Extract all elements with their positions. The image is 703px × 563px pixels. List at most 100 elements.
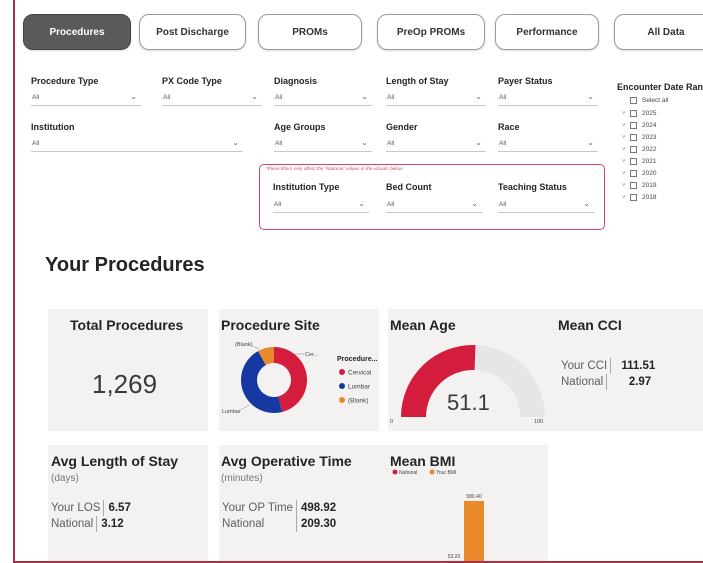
date-item-2025[interactable]: ˅ 2025 [622,110,656,117]
table-row: Your LOS 6.57 [51,500,131,516]
year-label: 2021 [642,158,657,165]
row-value: 111.51 [621,360,656,372]
chevron-down-icon: ⌄ [251,92,258,101]
date-item-2020[interactable]: ˅ 2020 [622,170,656,177]
legend-title: Procedure... [337,356,378,363]
expand-icon[interactable]: ˅ [622,111,630,117]
bar-your-bmi[interactable] [464,501,484,563]
avg-op-time-card: Avg Operative Time (minutes) Your OP Tim… [219,445,389,561]
tab-post-discharge[interactable]: Post Discharge [139,14,246,50]
avg-op-time-table: Your OP Time 498.92 National 209.30 [222,500,336,532]
date-item-2018[interactable]: ˅ 2018 [622,194,656,201]
year-label: 2023 [642,134,657,141]
expand-icon[interactable]: ˅ [622,183,630,189]
chevron-down-icon: ⌄ [475,92,482,101]
tab-procedures[interactable]: Procedures [23,14,131,50]
checkbox-icon[interactable] [630,194,637,201]
length-of-stay-dropdown[interactable]: All ⌄ [386,91,486,106]
card-title: Procedure Site [221,317,320,333]
expand-icon[interactable]: ˅ [622,195,630,201]
table-row: Your CCI 111.51 [561,358,655,374]
mean-bmi-card: Mean BMI National Your BMI 53.20 580.40 [388,445,548,563]
race-dropdown[interactable]: All ⌄ [498,137,598,152]
row-label: National [561,374,608,390]
gauge-min-label: 0 [390,419,393,425]
diagnosis-label: Diagnosis [274,76,318,86]
bed-count-dropdown[interactable]: All ⌄ [386,198,482,213]
dashboard-frame: Procedures Post Discharge PROMs PreOp PR… [13,0,703,563]
mean-age-card: Mean Age 51.1 0 100 [388,309,558,431]
bar-data-label: 580.40 [466,494,482,500]
checkbox-icon[interactable] [630,146,637,153]
date-item-2023[interactable]: ˅ 2023 [622,134,656,141]
row-value: 2.97 [628,376,652,388]
teaching-status-dropdown[interactable]: All ⌄ [498,198,594,213]
tab-all-data[interactable]: All Data [614,14,703,50]
legend-marker [339,383,345,389]
total-procedures-card: Total Procedures 1,269 [48,309,208,431]
px-code-type-label: PX Code Type [162,76,222,86]
expand-icon[interactable]: ˅ [622,171,630,177]
table-row: National 2.97 [561,374,655,390]
gender-value: All [387,140,395,147]
card-title: Mean Age [390,317,456,333]
expand-icon[interactable]: ˅ [622,135,630,141]
procedure-type-dropdown[interactable]: All ⌄ [31,91,141,106]
legend-marker [429,469,435,475]
table-row: Your OP Time 498.92 [222,500,336,516]
tab-performance[interactable]: Performance [495,14,599,50]
card-subtitle: (minutes) [221,473,263,484]
chevron-down-icon: ⌄ [130,92,137,101]
age-groups-label: Age Groups [274,122,326,132]
encounter-date-header: Encounter Date Rang [617,82,703,92]
legend-marker [339,369,345,375]
date-item-2022[interactable]: ˅ 2022 [622,146,656,153]
date-select-all[interactable]: Select all [622,97,668,104]
checkbox-icon[interactable] [630,110,637,117]
chevron-down-icon: ⌄ [471,199,478,208]
year-label: 2020 [642,170,657,177]
checkbox-icon[interactable] [630,122,637,129]
total-procedures-value: 1,269 [92,369,158,399]
mean-cci-table: Your CCI 111.51 National 2.97 [561,358,655,390]
checkbox-icon[interactable] [630,170,637,177]
diagnosis-value: All [275,94,283,101]
age-groups-value: All [275,140,283,147]
px-code-type-dropdown[interactable]: All ⌄ [162,91,262,106]
gender-dropdown[interactable]: All ⌄ [386,137,486,152]
payer-status-label: Payer Status [498,76,553,86]
date-item-2021[interactable]: ˅ 2021 [622,158,656,165]
legend-marker [392,469,398,475]
expand-icon[interactable]: ˅ [622,123,630,129]
checkbox-icon[interactable] [630,134,637,141]
procedure-type-value: All [32,94,40,101]
year-label: 2018 [642,194,657,201]
tab-preop-proms[interactable]: PreOp PROMs [377,14,485,50]
chevron-down-icon: ⌄ [361,92,368,101]
expand-icon[interactable]: ˅ [622,147,630,153]
legend-item: Your BMI [436,470,456,476]
national-filters-box: *these filters only affect the 'National… [259,164,605,230]
year-label: 2019 [642,182,657,189]
teaching-status-value: All [499,201,507,208]
checkbox-icon[interactable] [630,182,637,189]
card-title: Mean CCI [558,317,622,333]
legend-item: (Blank) [348,398,369,405]
section-title: Your Procedures [45,254,205,276]
table-row: National 209.30 [222,516,336,532]
national-filters-note: *these filters only affect the 'National… [266,167,403,172]
checkbox-icon[interactable] [630,97,637,104]
payer-status-dropdown[interactable]: All ⌄ [498,91,598,106]
age-groups-dropdown[interactable]: All ⌄ [274,137,372,152]
checkbox-icon[interactable] [630,158,637,165]
chevron-down-icon: ⌄ [361,138,368,147]
gauge-max-label: 100 [534,419,543,425]
date-item-2019[interactable]: ˅ 2019 [622,182,656,189]
legend-item: Lumbar [348,384,371,391]
tab-proms[interactable]: PROMs [258,14,362,50]
institution-type-dropdown[interactable]: All ⌄ [273,198,369,213]
institution-dropdown[interactable]: All ⌄ [31,137,243,152]
diagnosis-dropdown[interactable]: All ⌄ [274,91,372,106]
date-item-2024[interactable]: ˅ 2024 [622,122,656,129]
expand-icon[interactable]: ˅ [622,159,630,165]
